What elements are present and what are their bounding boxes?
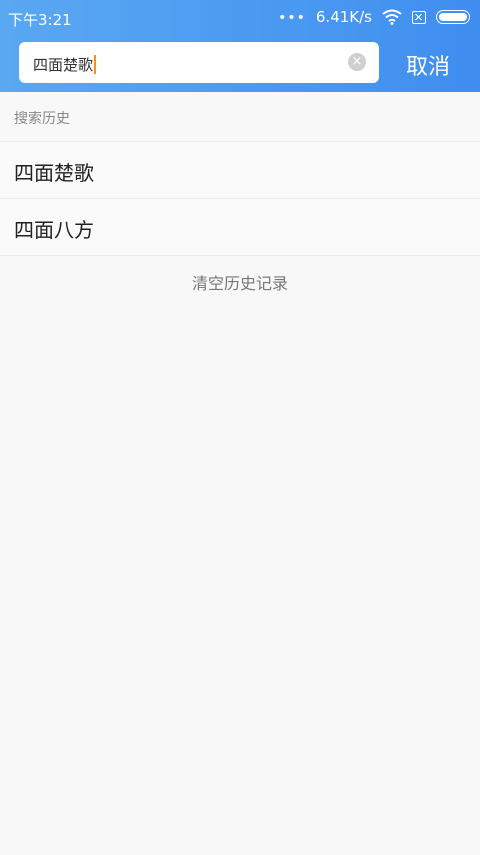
search-input-value: 四面楚歌 xyxy=(33,56,94,74)
history-item[interactable]: 四面八方 xyxy=(0,199,480,255)
clear-history-button[interactable]: 清空历史记录 xyxy=(0,270,480,294)
divider xyxy=(0,255,480,256)
search-input-value-wrap: 四面楚歌 xyxy=(33,54,97,75)
status-bar: 下午3:21 ••• 6.41K/s xyxy=(0,0,480,34)
battery-fill xyxy=(439,13,467,21)
search-input[interactable]: 四面楚歌 × xyxy=(19,42,379,83)
wifi-icon xyxy=(382,9,402,25)
history-item[interactable]: 四面楚歌 xyxy=(0,142,480,198)
status-icons: ••• 6.41K/s xyxy=(278,6,470,28)
history-item-label: 四面楚歌 xyxy=(14,161,94,185)
history-item-label: 四面八方 xyxy=(14,218,94,242)
header-bar: 下午3:21 ••• 6.41K/s 四面楚歌 × 取消 xyxy=(0,0,480,92)
text-caret xyxy=(94,55,97,74)
battery-icon xyxy=(436,10,470,24)
network-speed: 6.41K/s xyxy=(315,8,372,26)
more-dots-icon: ••• xyxy=(278,10,306,26)
no-sim-icon xyxy=(412,10,426,24)
status-time: 下午3:21 xyxy=(8,11,72,29)
search-history-title: 搜索历史 xyxy=(14,111,70,127)
clear-input-icon[interactable]: × xyxy=(348,53,366,71)
cancel-button[interactable]: 取消 xyxy=(406,49,450,81)
